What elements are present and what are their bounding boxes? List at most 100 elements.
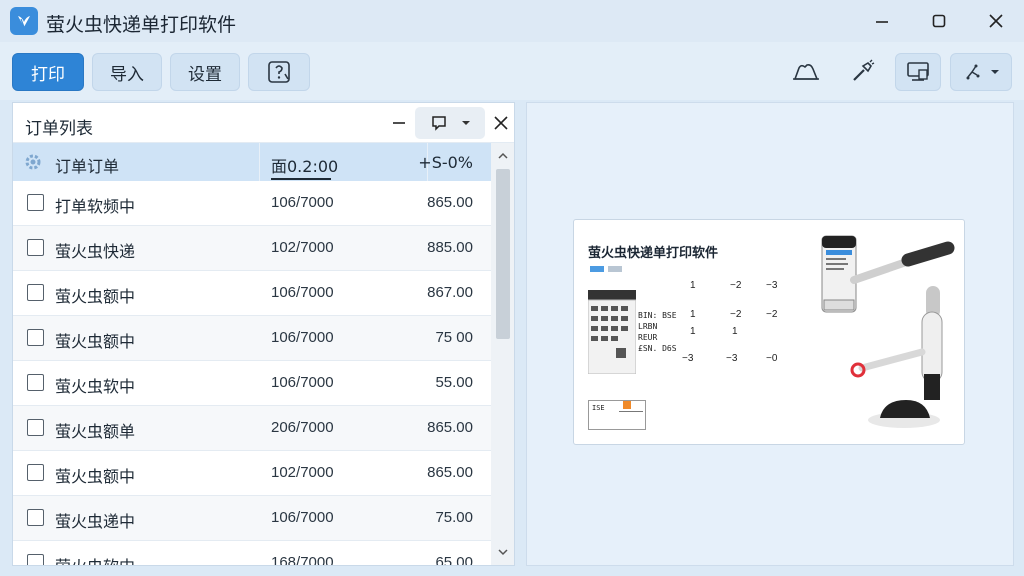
row-checkbox[interactable] (27, 554, 44, 565)
preview-color-chip (608, 266, 622, 272)
row-amount: 75 00 (435, 329, 473, 346)
row-qty: 106/7000 (271, 284, 334, 301)
maximize-button[interactable] (919, 6, 959, 36)
sparkle-icon (966, 64, 980, 80)
sort-indicator (271, 178, 331, 180)
table-row[interactable]: 萤火虫软中 106/7000 55.00 (13, 361, 491, 406)
order-list-panel: 订单列表 订单订单 面0.2:00 +S-0% 打单软频中 106/7000 8… (12, 102, 515, 566)
row-checkbox[interactable] (27, 464, 44, 481)
cloud-sync-button[interactable] (786, 53, 826, 91)
table-row[interactable]: 萤火虫额单 206/7000 865.00 (13, 406, 491, 451)
chevron-down-icon (461, 121, 470, 125)
stub-line (619, 411, 643, 412)
minimize-icon (876, 21, 888, 23)
panel-minimize-button[interactable] (387, 108, 411, 138)
panel-view-dropdown[interactable] (415, 107, 485, 139)
gear-icon[interactable] (23, 152, 43, 172)
row-name: 萤火虫快递 (55, 242, 136, 261)
table-row[interactable]: 萤火虫额中 106/7000 75 00 (13, 316, 491, 361)
row-name: 打单软频中 (55, 197, 136, 216)
row-qty: 168/7000 (271, 554, 334, 566)
row-checkbox[interactable] (27, 239, 44, 256)
table-row[interactable]: 萤火虫递中 106/7000 75.00 (13, 496, 491, 541)
row-checkbox[interactable] (27, 329, 44, 346)
comment-icon (431, 116, 446, 131)
column-header-name[interactable]: 订单订单 (55, 153, 119, 177)
preview-number: −2 (730, 280, 742, 291)
preview-number: 1 (690, 309, 696, 320)
scrollbar-thumb[interactable] (496, 169, 510, 339)
table-row[interactable]: 萤火虫快递 102/7000 885.00 (13, 226, 491, 271)
print-preview-panel: 萤火虫快递单打印软件 BIN: BSE LRBN REUR £SN. D6S 1… (526, 102, 1014, 566)
device-button[interactable] (895, 53, 941, 91)
wrench-icon (853, 59, 875, 81)
preview-number: −3 (726, 353, 738, 364)
preview-card[interactable]: 萤火虫快递单打印软件 BIN: BSE LRBN REUR £SN. D6S 1… (573, 219, 965, 445)
close-icon (989, 14, 1003, 28)
column-header-amount[interactable]: +S-0% (418, 153, 473, 172)
row-name: 萤火虫递中 (55, 512, 136, 531)
tools-button[interactable] (842, 53, 882, 91)
row-qty: 106/7000 (271, 509, 334, 526)
maximize-icon (932, 14, 946, 28)
order-list-header: 订单列表 (13, 103, 514, 143)
close-icon (494, 116, 508, 130)
row-amount: 865.00 (427, 464, 473, 481)
chevron-down-icon (991, 70, 999, 74)
app-logo-icon (10, 7, 38, 35)
print-button[interactable]: 打印 (12, 53, 84, 91)
help-button[interactable] (248, 53, 310, 91)
title-bar: 萤火虫快递单打印软件 (0, 0, 1024, 42)
row-amount: 75.00 (435, 509, 473, 526)
table-row[interactable]: 打单软频中 106/7000 865.00 (13, 181, 491, 226)
chevron-up-icon (498, 152, 508, 159)
stub-label: ISE (592, 404, 605, 412)
preview-number: 1 (690, 280, 696, 291)
row-amount: 65.00 (435, 554, 473, 566)
row-amount: 865.00 (427, 194, 473, 211)
table-header-row: 订单订单 面0.2:00 +S-0% (13, 143, 491, 181)
preview-code: £SN. D6S (638, 344, 677, 353)
cloud-icon (793, 64, 819, 80)
stub-tag (623, 401, 631, 409)
panel-close-button[interactable] (490, 108, 512, 138)
preview-number: −2 (766, 309, 778, 320)
row-name: 萤火虫软中 (55, 553, 135, 565)
row-qty: 106/7000 (271, 194, 334, 211)
preview-title: 萤火虫快递单打印软件 (588, 246, 719, 261)
row-amount: 865.00 (427, 419, 473, 436)
more-options-button[interactable] (950, 53, 1012, 91)
preview-stub: ISE (588, 400, 646, 430)
row-name: 萤火虫额中 (55, 332, 136, 351)
column-header-qty[interactable]: 面0.2:00 (271, 153, 338, 177)
preview-number: 1 (732, 326, 738, 337)
monitor-icon (907, 62, 929, 81)
table-row[interactable]: 萤火虫软中 168/7000 65.00 (13, 541, 491, 566)
row-checkbox[interactable] (27, 509, 44, 526)
row-name: 萤火虫额单 (55, 422, 136, 441)
form-sketch-icon (588, 290, 636, 374)
table-row[interactable]: 萤火虫额中 102/7000 865.00 (13, 451, 491, 496)
import-button[interactable]: 导入 (92, 53, 162, 91)
row-checkbox[interactable] (27, 194, 44, 211)
row-checkbox[interactable] (27, 419, 44, 436)
scroll-down-button[interactable] (496, 545, 510, 559)
minimize-button[interactable] (862, 6, 902, 36)
window-title: 萤火虫快递单打印软件 (46, 14, 237, 36)
preview-number: 1 (690, 326, 696, 337)
row-checkbox[interactable] (27, 284, 44, 301)
row-name: 萤火虫软中 (55, 377, 136, 396)
row-qty: 102/7000 (271, 239, 334, 256)
close-window-button[interactable] (976, 6, 1016, 36)
row-checkbox[interactable] (27, 374, 44, 391)
row-amount: 885.00 (427, 239, 473, 256)
scroll-up-button[interactable] (496, 149, 510, 163)
table-row[interactable]: 萤火虫额中 106/7000 867.00 (13, 271, 491, 316)
row-qty: 106/7000 (271, 374, 334, 391)
row-qty: 106/7000 (271, 329, 334, 346)
settings-button[interactable]: 设置 (170, 53, 240, 91)
preview-code: LRBN (638, 322, 658, 331)
preview-number: −2 (730, 309, 742, 320)
vertical-scrollbar[interactable] (491, 143, 514, 565)
help-icon (268, 61, 290, 83)
